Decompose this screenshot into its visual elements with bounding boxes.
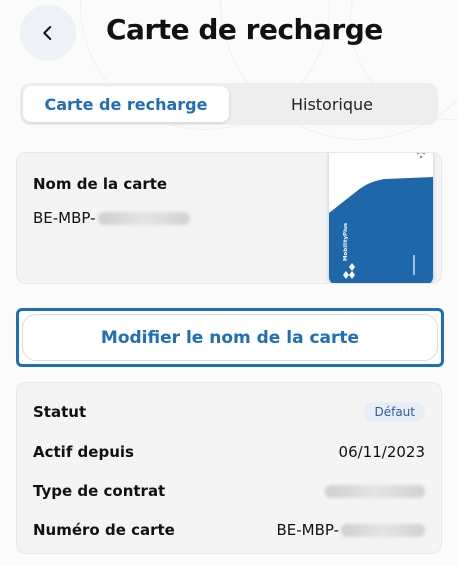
detail-value bbox=[325, 484, 425, 498]
back-button[interactable] bbox=[20, 5, 76, 61]
page-title: Carte de recharge bbox=[106, 13, 383, 46]
redacted-text bbox=[325, 484, 425, 498]
modify-card-name-button[interactable]: Modifier le nom de la carte bbox=[16, 308, 444, 367]
chevron-left-icon bbox=[43, 26, 52, 40]
detail-row-numero-de-carte: Numéro de carte BE-MBP- bbox=[33, 518, 425, 542]
detail-label: Statut bbox=[33, 403, 87, 421]
card-number-prefix: BE-MBP- bbox=[276, 521, 339, 539]
redacted-text bbox=[341, 523, 425, 537]
card-details-panel: Statut Défaut Actif depuis 06/11/2023 Ty… bbox=[16, 382, 442, 554]
redacted-text bbox=[97, 211, 190, 225]
detail-row-statut: Statut Défaut bbox=[33, 400, 425, 424]
card-artwork: MobilityPlus bbox=[329, 153, 433, 283]
tab-bar: Carte de recharge Historique bbox=[20, 83, 438, 125]
modify-card-name-label: Modifier le nom de la carte bbox=[22, 314, 438, 361]
header: Carte de recharge bbox=[0, 0, 458, 62]
detail-label: Type de contrat bbox=[33, 482, 166, 500]
card-name-prefix: BE-MBP- bbox=[33, 209, 96, 227]
status-badge: Défaut bbox=[364, 402, 425, 422]
charging-card-image: MobilityPlus bbox=[329, 153, 433, 283]
tab-carte-de-recharge[interactable]: Carte de recharge bbox=[23, 86, 229, 122]
detail-label: Actif depuis bbox=[33, 443, 134, 461]
detail-value: BE-MBP- bbox=[276, 521, 425, 539]
detail-row-type-de-contrat: Type de contrat bbox=[33, 479, 425, 503]
card-brand-text: MobilityPlus bbox=[343, 222, 349, 261]
detail-value: 06/11/2023 bbox=[338, 443, 425, 461]
card-info-panel: Nom de la carte BE-MBP- MobilityPlus bbox=[16, 152, 442, 284]
card-name-label: Nom de la carte bbox=[33, 175, 168, 193]
tab-historique[interactable]: Historique bbox=[229, 86, 435, 122]
detail-label: Numéro de carte bbox=[33, 521, 175, 539]
card-name-value: BE-MBP- bbox=[33, 209, 190, 227]
detail-row-actif-depuis: Actif depuis 06/11/2023 bbox=[33, 440, 425, 464]
